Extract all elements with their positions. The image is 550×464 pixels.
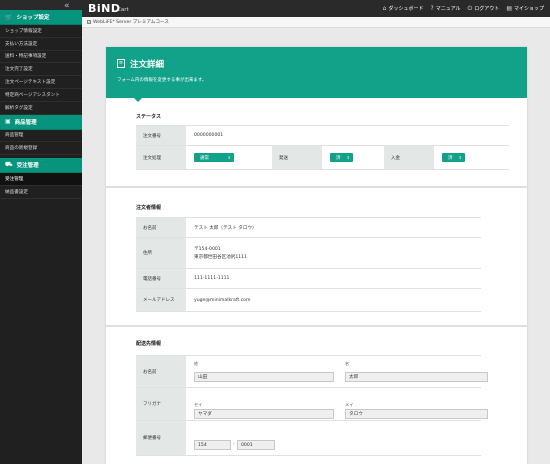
sei-kana-label: セイ [194, 402, 203, 407]
sidebar-item-products[interactable]: 商品管理 [0, 130, 82, 143]
select-caret-icon: ⇕ [458, 155, 462, 160]
zip-first-input[interactable]: 154 [194, 440, 231, 450]
select-caret-icon: ⇕ [346, 155, 350, 160]
sidebar-item-shop-info[interactable]: ショップ情報設定 [0, 25, 82, 38]
sidebar-group-shop-settings[interactable]: 🛒 ショップ設定 [0, 10, 82, 25]
document-icon: ≡ [117, 59, 125, 68]
page-banner: ≡ 注文詳細 フォーム内の情報を変更する事が出来ます。 [106, 47, 527, 98]
orderer-email-label: メールアドレス [136, 289, 186, 311]
box-icon: ▣ [5, 118, 11, 126]
sidebar-item-legal-assistant[interactable]: 特定商ページアシスタント [0, 89, 82, 102]
top-bar: « BiND Cart ⌂ ダッシュボード ? マニュアル ⏻ ログアウト ▤ … [0, 0, 550, 17]
order-status-value: 通常 [200, 155, 209, 161]
orderer-name-row: お名前 テスト 太郎（テスト タロウ） [136, 217, 481, 237]
orderer-section-title: 注文者情報 [136, 205, 162, 211]
select-caret-icon: ⇕ [227, 155, 231, 160]
plan-label: WebLiFE* Server プレミアムコース [93, 20, 169, 25]
question-icon: ? [430, 4, 434, 12]
page-description: フォーム内の情報を変更する事が出来ます。 [117, 78, 207, 83]
shipping-zip-row: 郵便番号 [136, 420, 481, 456]
orderer-phone-label: 電話番号 [136, 269, 186, 288]
orderer-email-row: メールアドレス yuge@minimalkraft.com [136, 288, 481, 312]
orderer-phone-row: 電話番号 111-1111-1111 [136, 268, 481, 288]
status-row: 注文処理 通常 ⇕ 発送 済 ⇕ 入金 済 ⇕ [136, 145, 509, 170]
nav-dashboard[interactable]: ⌂ ダッシュボード [383, 5, 424, 12]
sidebar-item-analytics-tag[interactable]: 解析タグ設定 [0, 102, 82, 115]
sidebar-item-shipping-fee[interactable]: 送料・特記事項設定 [0, 51, 82, 64]
sidebar-item-orders[interactable]: 受注管理 [0, 173, 82, 186]
order-status-label: 注文処理 [136, 146, 186, 169]
sidebar-group-title: 受注管理 [16, 163, 39, 170]
sidebar: 🛒 ショップ設定 ショップ情報設定 支払い方法設定 送料・特記事項設定 注文完了… [0, 10, 82, 464]
nav-logout-label: ログアウト [474, 6, 500, 12]
sei-kana-input[interactable]: ヤマダ [194, 409, 334, 419]
orderer-address-row: 住所 〒154-0001 東京都世田谷区池尻1111 [136, 237, 481, 268]
section-divider [106, 325, 527, 327]
nav-manual-label: マニュアル [435, 6, 461, 12]
logo[interactable]: BiND [88, 3, 121, 14]
shipping-name-row: お名前 [136, 355, 481, 387]
store-icon: ▤ [506, 4, 512, 12]
payment-status-label: 入金 [384, 146, 434, 169]
zip-second-input[interactable]: 0001 [237, 440, 275, 450]
orderer-address: 東京都世田谷区池尻1111 [194, 255, 248, 260]
sei-label: 姓 [194, 361, 199, 366]
orderer-address-value: 〒154-0001 東京都世田谷区池尻1111 [186, 238, 481, 268]
checkbox-icon[interactable]: ✓ [87, 20, 91, 24]
nav-logout[interactable]: ⏻ ログアウト [468, 5, 500, 12]
orderer-name-label: お名前 [136, 218, 186, 237]
page-title: 注文詳細 [130, 60, 165, 70]
top-nav: ⌂ ダッシュボード ? マニュアル ⏻ ログアウト ▤ マイショップ [383, 5, 544, 12]
plan-bar: ✓ WebLiFE* Server プレミアムコース [82, 17, 550, 28]
section-divider [106, 186, 527, 188]
sidebar-item-order-complete[interactable]: 注文完了設定 [0, 63, 82, 77]
shipping-section-title: 配送先情報 [136, 341, 162, 347]
orderer-phone-value: 111-1111-1111 [194, 276, 230, 281]
shipping-status-select[interactable]: 済 ⇕ [330, 153, 353, 162]
nav-dashboard-label: ダッシュボード [388, 6, 424, 12]
order-number-row: 注文番号 0000000001 [136, 125, 509, 145]
payment-status-value: 済 [448, 155, 453, 161]
logo-subtitle: Cart [117, 7, 129, 13]
sidebar-group-orders[interactable]: ⛟ 受注管理 [0, 158, 82, 174]
shipping-name-label: お名前 [136, 356, 186, 387]
sidebar-item-order-page-text[interactable]: 注文ページテキスト設定 [0, 76, 82, 89]
mei-label: 名 [345, 361, 350, 366]
cart-icon: 🛒 [5, 13, 13, 21]
nav-manual[interactable]: ? マニュアル [431, 5, 461, 12]
status-section-title: ステータス [136, 114, 162, 120]
orderer-address-label: 住所 [136, 238, 186, 268]
banner-notch [134, 98, 142, 102]
sidebar-group-title: ショップ設定 [16, 15, 50, 21]
nav-myshop[interactable]: ▤ マイショップ [506, 5, 544, 12]
orderer-name-value: テスト 太郎（テスト タロウ） [194, 225, 257, 231]
payment-status-select[interactable]: 済 ⇕ [442, 153, 465, 162]
sidebar-item-payment[interactable]: 支払い方法設定 [0, 38, 82, 51]
orderer-email-value: yuge@minimalkraft.com [194, 297, 251, 303]
order-number-value: 0000000001 [194, 133, 224, 138]
truck-icon: ⛟ [5, 161, 13, 169]
mei-kana-label: メイ [345, 402, 354, 407]
order-status-select[interactable]: 通常 ⇕ [194, 153, 234, 162]
home-icon: ⌂ [382, 4, 387, 12]
shipping-status-value: 済 [336, 155, 341, 161]
shipping-zip-label: 郵便番号 [136, 421, 186, 455]
shipping-status-label: 発送 [272, 146, 322, 169]
sidebar-item-delivery-note[interactable]: 納品書設定 [0, 186, 82, 199]
sei-input[interactable]: 山田 [194, 372, 334, 382]
order-detail-card: ≡ 注文詳細 フォーム内の情報を変更する事が出来ます。 ステータス 注文番号 0… [106, 47, 527, 464]
shipping-kana-label: フリガナ [136, 388, 186, 420]
nav-myshop-label: マイショップ [513, 6, 544, 12]
mei-input[interactable]: 太郎 [345, 372, 488, 382]
zip-separator: - [233, 441, 235, 447]
power-icon: ⏻ [467, 4, 473, 12]
orderer-zip: 〒154-0001 [194, 247, 221, 252]
order-number-label: 注文番号 [136, 126, 186, 145]
sidebar-group-products[interactable]: ▣ 商品管理 [0, 114, 82, 130]
sidebar-item-new-product[interactable]: 商品の新規登録 [0, 142, 82, 156]
mei-kana-input[interactable]: タロウ [345, 409, 488, 419]
sidebar-group-title: 商品管理 [14, 119, 37, 126]
